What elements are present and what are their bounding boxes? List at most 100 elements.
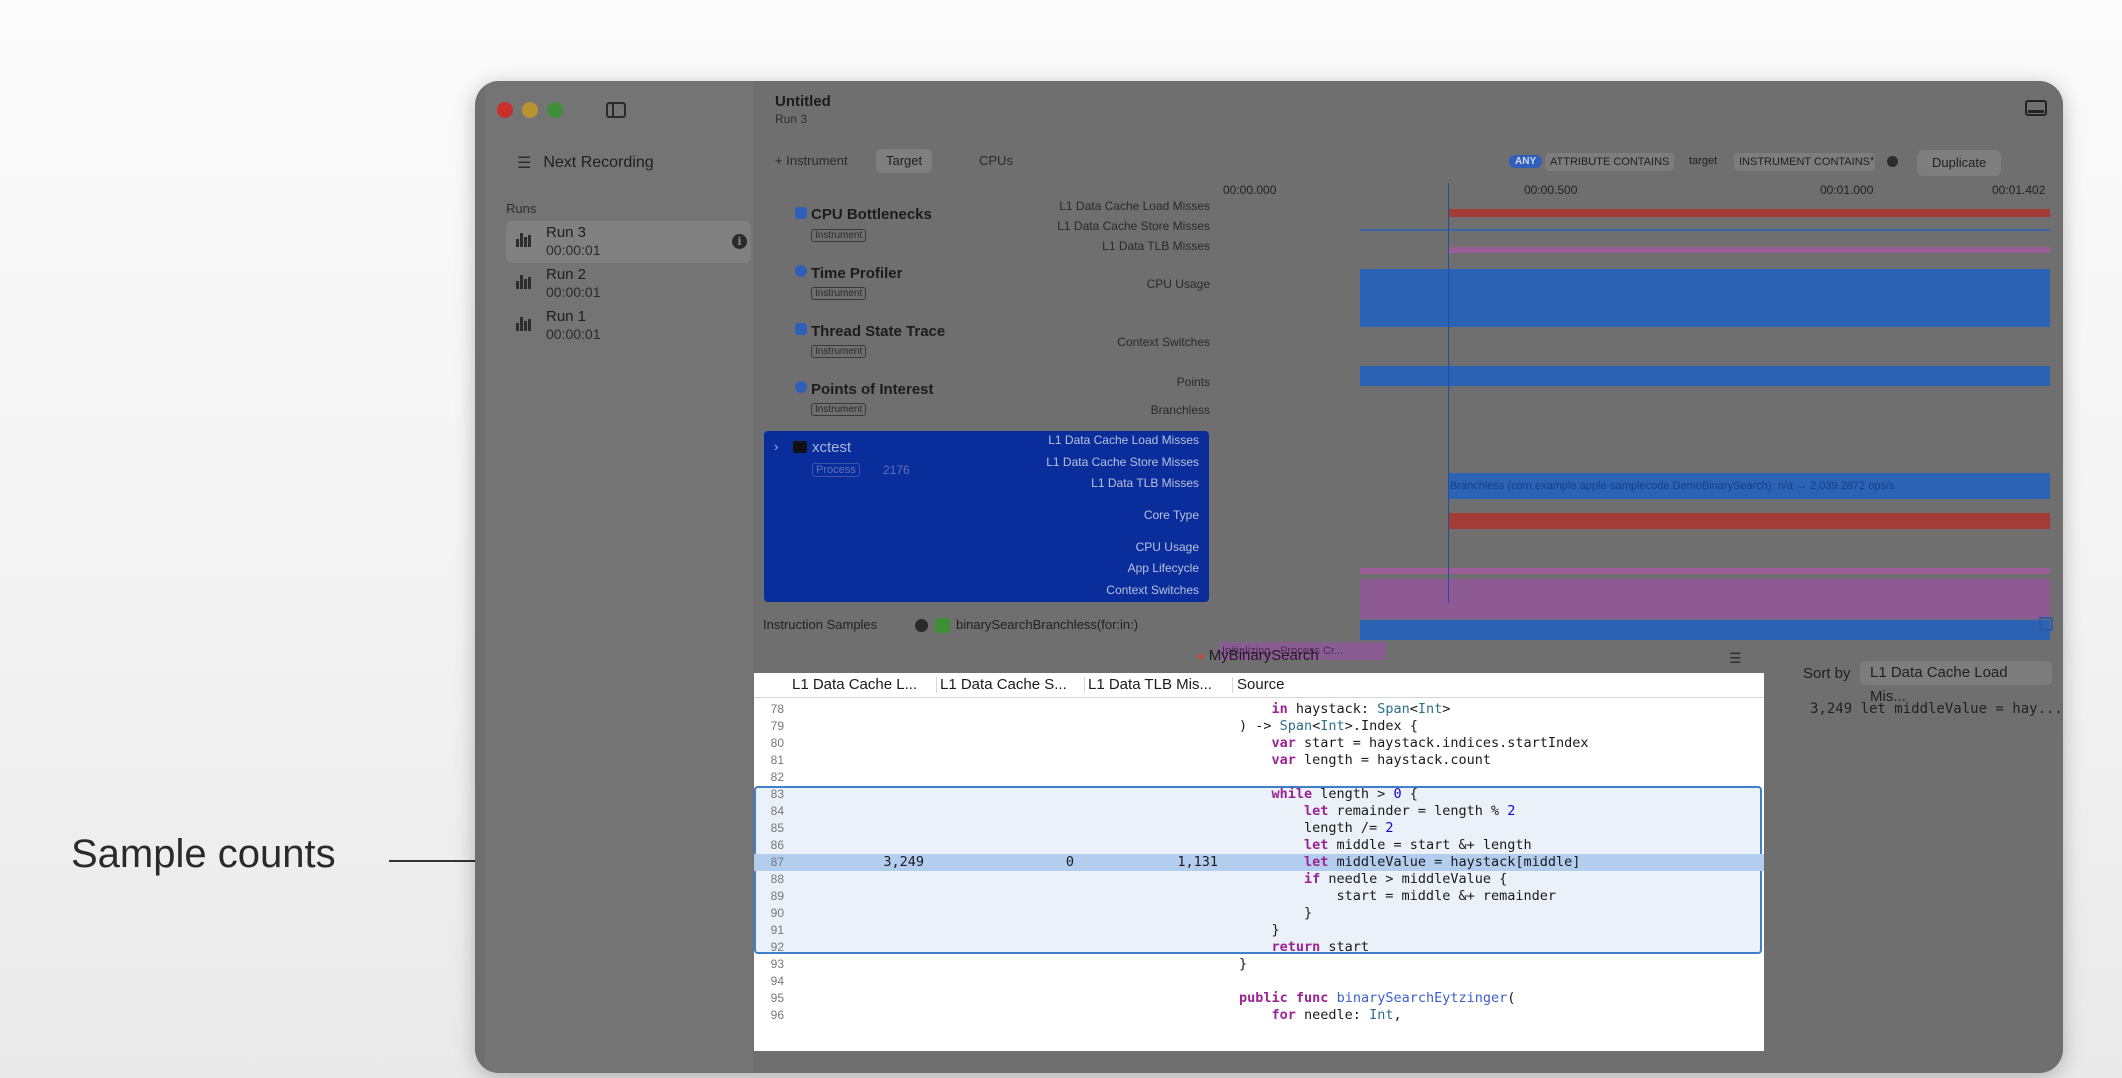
source-row[interactable]: 89 start = middle &+ remainder	[754, 888, 1764, 905]
ruler-tick: 00:01.402	[1992, 183, 2046, 197]
source-file-name: MyBinarySearch	[1208, 647, 1319, 664]
function-breadcrumb[interactable]: binarySearchBranchless(for:in:)	[956, 617, 1138, 632]
line-number: 92	[770, 940, 784, 954]
function-icon	[935, 618, 950, 633]
source-row[interactable]: 79 ) -> Span<Int>.Index {	[754, 718, 1764, 735]
line-number: 87	[770, 855, 784, 869]
sidebar-toggle-icon[interactable]	[606, 102, 626, 118]
lane-label: L1 Data TLB Misses	[1091, 476, 1199, 490]
lane-label: Core Type	[1143, 508, 1199, 522]
source-row[interactable]: 94	[754, 973, 1764, 990]
display-options-icon[interactable]: ☰	[1729, 650, 1742, 667]
source-row[interactable]: 81 var length = haystack.count	[754, 752, 1764, 769]
detail-view-popup[interactable]: Instruction Samples	[763, 617, 877, 632]
layout-icon[interactable]	[2025, 100, 2047, 116]
source-code: length /= 2	[1239, 820, 1394, 836]
track-time-profiler[interactable]: Time Profiler Instrument CPU Usage	[753, 259, 1220, 317]
tab-target[interactable]: Target	[876, 149, 933, 173]
tab-cpus[interactable]: CPUs	[979, 153, 1013, 168]
sort-result[interactable]: 3,249 let middleValue = hay...	[1810, 701, 2063, 717]
column-header[interactable]: L1 Data Cache S...	[940, 676, 1067, 693]
sort-popup[interactable]: L1 Data Cache Load Mis...	[1860, 661, 2052, 705]
filter-star-value[interactable]: *	[1870, 155, 1874, 167]
context-switch-bar	[1360, 366, 2050, 386]
line-number: 82	[770, 770, 784, 784]
info-icon[interactable]: i	[732, 234, 747, 249]
track-points-of-interest[interactable]: Points of Interest Instrument Points Bra…	[753, 375, 1220, 433]
track-cpu-bottlenecks[interactable]: CPU Bottlenecks Instrument L1 Data Cache…	[753, 199, 1220, 259]
source-code: ) -> Span<Int>.Index {	[1239, 718, 1418, 734]
source-row[interactable]: 87 3,249 0 1,131 let middleValue = haystack…	[754, 854, 1764, 871]
filter-instrument-token[interactable]: INSTRUMENT CONTAINS	[1734, 153, 1875, 171]
filter-target-value[interactable]: target	[1689, 155, 1717, 167]
source-row[interactable]: 88 if needle > middleValue {	[754, 871, 1764, 888]
inspector-toggle-icon[interactable]	[2039, 617, 2053, 631]
process-kind-popup[interactable]: Process	[812, 463, 860, 477]
disclosure-chevron-icon[interactable]: ›	[774, 439, 778, 454]
source-row[interactable]: 96 for needle: Int,	[754, 1007, 1764, 1024]
lane-label: L1 Data TLB Misses	[1102, 239, 1210, 253]
run-item[interactable]: Run 1 00:00:01	[506, 305, 751, 347]
clear-filter-icon[interactable]	[1887, 156, 1898, 167]
list-icon: ☰	[517, 155, 532, 172]
line-number: 79	[770, 719, 784, 733]
track-name: Thread State Trace	[811, 323, 946, 340]
cpu-usage-bar	[1360, 269, 2050, 327]
source-row[interactable]: 82	[754, 769, 1764, 786]
source-row[interactable]: 91 }	[754, 922, 1764, 939]
track-name: Points of Interest	[811, 381, 934, 398]
source-row[interactable]: 92 return start	[754, 939, 1764, 956]
pin-icon	[795, 381, 807, 393]
clear-icon[interactable]	[915, 619, 928, 632]
close-button[interactable]	[497, 102, 513, 118]
add-instrument-button[interactable]: + Instrument	[775, 153, 848, 168]
source-row[interactable]: 84 let remainder = length % 2	[754, 803, 1764, 820]
filter-any-token[interactable]: ANY	[1509, 155, 1543, 168]
lane-label: Context Switches	[1117, 335, 1210, 349]
document-subtitle: Run 3	[775, 112, 808, 126]
line-number: 84	[770, 804, 784, 818]
lane-label: App Lifecycle	[1127, 561, 1199, 575]
zoom-button[interactable]	[547, 102, 563, 118]
playhead[interactable]	[1448, 183, 1449, 603]
line-number: 81	[770, 753, 784, 767]
run-item[interactable]: Run 2 00:00:01	[506, 263, 751, 305]
gauge-icon	[795, 207, 807, 219]
column-header[interactable]: L1 Data TLB Mis...	[1088, 676, 1212, 693]
lane-label: L1 Data Cache Store Misses	[1057, 219, 1210, 233]
minimize-button[interactable]	[522, 102, 538, 118]
run-item[interactable]: Run 3 00:00:01 i	[506, 221, 751, 263]
filter-attribute-token[interactable]: ATTRIBUTE CONTAINS	[1545, 153, 1675, 171]
process-name: xctest	[812, 439, 852, 456]
ruler-tick: 00:00.000	[1223, 183, 1277, 197]
source-code: }	[1239, 956, 1248, 972]
source-code: }	[1239, 905, 1313, 921]
source-row[interactable]: 93}	[754, 956, 1764, 973]
column-header[interactable]: Source	[1237, 676, 1285, 693]
timeline-ruler[interactable]: 00:00.000 00:00.500 00:01.000 00:01.402	[1220, 183, 2063, 201]
document-title: Untitled	[775, 93, 831, 110]
track-thread-state-trace[interactable]: Thread State Trace Instrument Context Sw…	[753, 317, 1220, 375]
process-track-xctest[interactable]: › xctest Process 2176 L1 Data Cache Load…	[764, 431, 1209, 602]
source-row[interactable]: 90 }	[754, 905, 1764, 922]
source-row[interactable]: 78 in haystack: Span<Int>	[754, 701, 1764, 718]
source-row[interactable]: 85 length /= 2	[754, 820, 1764, 837]
source-row[interactable]: 86 let middle = start &+ length	[754, 837, 1764, 854]
source-row[interactable]: 95 public func binarySearchEytzinger(	[754, 990, 1764, 1007]
line-number: 94	[770, 974, 784, 988]
swift-file-icon: ●	[1197, 649, 1205, 663]
duplicate-button[interactable]: Duplicate	[1917, 150, 2002, 176]
source-row[interactable]: 80 var start = haystack.indices.startInd…	[754, 735, 1764, 752]
run-time: 00:00:01	[546, 326, 601, 342]
timeline-graph[interactable]: Branchless (com.example.apple-samplecode…	[1220, 183, 2063, 660]
track-tag: Instrument	[811, 345, 867, 358]
next-recording-button[interactable]: ☰ Next Recording	[517, 153, 654, 173]
source-code: let middle = start &+ length	[1304, 837, 1532, 853]
source-row[interactable]: 83 while length > 0 {	[754, 786, 1764, 803]
branchless-interval[interactable]: Branchless (com.example.apple-samplecode…	[1448, 473, 2050, 499]
column-header[interactable]: L1 Data Cache L...	[792, 676, 917, 693]
process-pid: 2176	[883, 463, 910, 477]
runs-heading: Runs	[506, 201, 537, 216]
lane-l1-load-bar	[1448, 209, 2050, 217]
process-tlb-bar	[1360, 568, 2050, 574]
